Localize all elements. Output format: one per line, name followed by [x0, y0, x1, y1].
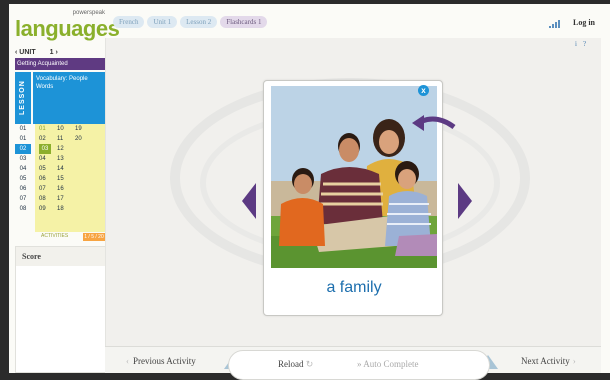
activity-row: 05 14 [35, 164, 105, 174]
next-activity-label: Next Activity [521, 356, 570, 366]
lesson-item[interactable]: 02 [15, 144, 31, 154]
previous-activity-label: Previous Activity [133, 356, 196, 366]
auto-complete-button[interactable]: » Auto Complete [357, 359, 419, 369]
flashcard-word: a family [326, 279, 382, 296]
chevron-left-icon: ‹ [126, 356, 129, 366]
activity-item[interactable]: 20 [71, 134, 89, 144]
activity-item[interactable]: 02 [35, 134, 53, 144]
breadcrumb-unit[interactable]: Unit 1 [147, 16, 178, 28]
activity-row: 01 10 19 [35, 124, 105, 134]
activity-row: 07 16 [35, 184, 105, 194]
activity-item[interactable]: 10 [53, 124, 71, 134]
unit-title: Getting Acquainted [15, 58, 109, 70]
activity-item [71, 144, 89, 154]
fast-forward-icon: » [357, 359, 362, 369]
lesson-item[interactable]: 08 [15, 204, 31, 214]
lesson-item[interactable]: 05 [15, 174, 31, 184]
activity-item [71, 194, 89, 204]
reload-button[interactable]: Reload ↻ [278, 359, 313, 370]
signal-icon [549, 20, 561, 28]
next-card-arrow-icon[interactable] [458, 183, 472, 219]
breadcrumb: French Unit 1 Lesson 2 Flashcards 1 [113, 16, 268, 28]
activity-item[interactable]: 04 [35, 154, 53, 164]
close-card-button[interactable]: x [418, 85, 429, 96]
activity-row: 06 15 [35, 174, 105, 184]
activity-item[interactable]: 17 [53, 194, 71, 204]
activity-item [71, 174, 89, 184]
logo-title: languages [15, 16, 120, 41]
activity-footer: ACTIVITIES 1 / 5 / 20 [35, 233, 105, 241]
lesson-item[interactable]: 01 [15, 124, 31, 134]
help-icon[interactable]: ? [583, 40, 586, 48]
lesson-item[interactable]: 07 [15, 194, 31, 204]
breadcrumb-activity[interactable]: Flashcards 1 [220, 16, 268, 28]
activities-label: ACTIVITIES [41, 233, 69, 239]
breadcrumb-lesson[interactable]: Lesson 2 [180, 16, 218, 28]
activity-row: 09 18 [35, 204, 105, 214]
activity-item[interactable]: 09 [35, 204, 53, 214]
activity-item[interactable]: 11 [53, 134, 71, 144]
activity-item[interactable]: 15 [53, 174, 71, 184]
activity-item[interactable]: 13 [53, 154, 71, 164]
activity-row: 03 12 [35, 144, 105, 154]
login-link[interactable]: Log in [573, 18, 595, 27]
activity-item [71, 184, 89, 194]
activities-badge: 1 / 5 / 20 [83, 233, 105, 241]
score-title: Score [16, 247, 108, 266]
unit-navigator: ‹ UNIT 1 › [15, 49, 109, 56]
unit-next-button[interactable]: 1 › [50, 49, 58, 56]
score-panel: Score [15, 246, 109, 373]
activity-item [71, 154, 89, 164]
lesson-tab: LESSON [15, 72, 31, 124]
activity-item[interactable]: 07 [35, 184, 53, 194]
activity-item[interactable]: 18 [53, 204, 71, 214]
activity-row: 02 11 20 [35, 134, 105, 144]
activity-item[interactable]: 03 [39, 144, 51, 154]
breadcrumb-language[interactable]: French [113, 16, 145, 28]
chevron-right-icon: › [572, 356, 576, 366]
activity-row: 04 13 [35, 154, 105, 164]
flip-card-icon[interactable] [408, 113, 456, 135]
info-icon[interactable]: i [575, 40, 577, 48]
activity-item[interactable]: 14 [53, 164, 71, 174]
activity-grid: 01 10 19 02 11 20 03 12 04 13 05 14 06 15 07 16 08 17 09 18 [35, 124, 105, 232]
lesson-item[interactable]: 04 [15, 164, 31, 174]
activity-item[interactable]: 01 [35, 124, 53, 134]
lesson-title: Vocabulary: People Words [33, 72, 105, 124]
activity-item[interactable]: 12 [53, 144, 71, 154]
lesson-item[interactable]: 01 [15, 134, 31, 144]
app-logo[interactable]: powerspeak languages [15, 10, 120, 41]
stage-tools: i ? [575, 40, 586, 48]
lesson-item[interactable]: 03 [15, 154, 31, 164]
activity-item[interactable]: 16 [53, 184, 71, 194]
lesson-item[interactable]: 06 [15, 184, 31, 194]
activity-item[interactable]: 08 [35, 194, 53, 204]
auto-complete-label: Auto Complete [363, 359, 419, 369]
activity-item [71, 164, 89, 174]
previous-card-arrow-icon[interactable] [242, 183, 256, 219]
next-activity-button[interactable]: Next Activity › [521, 356, 576, 366]
activity-item[interactable]: 06 [35, 174, 53, 184]
unit-prev-button[interactable]: ‹ UNIT [15, 49, 36, 56]
activity-item [71, 204, 89, 214]
activity-item[interactable]: 05 [35, 164, 53, 174]
activity-row: 08 17 [35, 194, 105, 204]
lesson-list: 01 01 02 03 04 05 06 07 08 [15, 124, 31, 214]
reload-icon: ↻ [305, 359, 314, 369]
activity-item[interactable]: 19 [71, 124, 89, 134]
reload-label: Reload [278, 359, 304, 369]
previous-activity-button[interactable]: ‹ Previous Activity [126, 356, 196, 366]
